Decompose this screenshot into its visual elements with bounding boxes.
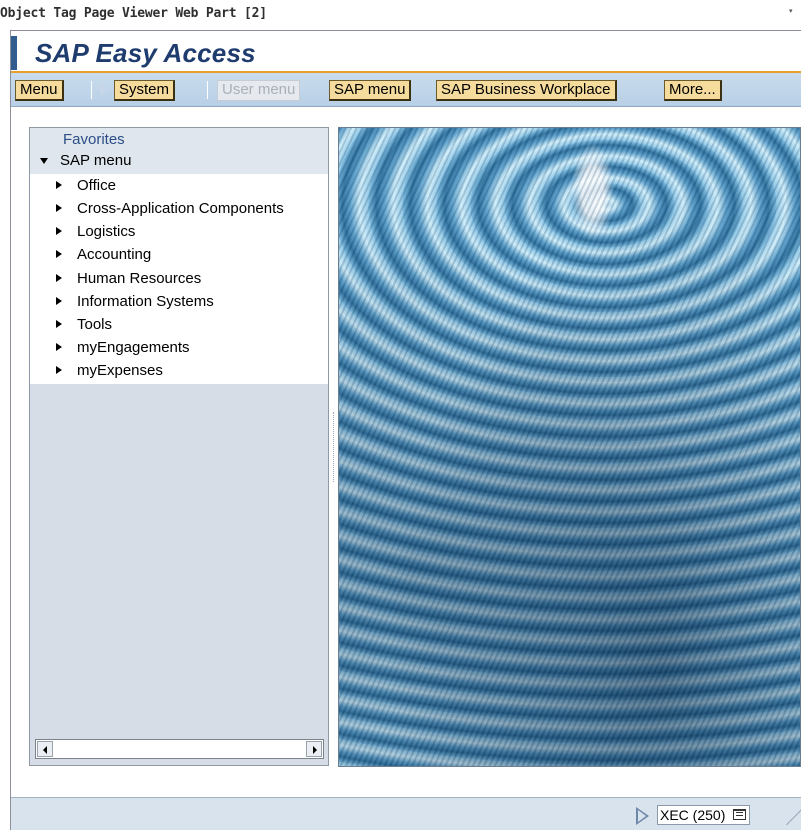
tree-item-tools[interactable]: Tools (54, 316, 326, 334)
status-expand-icon-inner (638, 810, 646, 822)
scroll-right-button[interactable] (306, 741, 322, 757)
tree-favorites[interactable]: Favorites (63, 131, 125, 148)
tree-item-label: Information Systems (77, 293, 214, 310)
splitter-grip[interactable] (333, 412, 335, 482)
collapsed-icon[interactable] (56, 227, 62, 235)
webpart-header: Object Tag Page Viewer Web Part [2] ▾ (0, 0, 801, 30)
tree-list: Office Cross-Application Components Logi… (30, 174, 328, 384)
tree-item-label: Accounting (77, 246, 152, 263)
tree-item-label: Office (77, 177, 116, 194)
tree-item-human-resources[interactable]: Human Resources (54, 270, 326, 288)
tree-item-label: Human Resources (77, 270, 202, 287)
system-button[interactable]: System (114, 80, 176, 101)
more-button[interactable]: More... (664, 80, 722, 101)
collapsed-icon[interactable] (56, 343, 62, 351)
system-info-text: XEC (250) (660, 807, 726, 823)
tree-item-label: Tools (77, 316, 113, 333)
toolbar-separator (207, 81, 208, 99)
webpart-menu-icon[interactable]: ▾ (789, 7, 793, 15)
splash-image (338, 127, 801, 767)
horizontal-scrollbar[interactable] (35, 739, 324, 759)
collapsed-icon[interactable] (56, 250, 62, 258)
page-title: SAP Easy Access (35, 38, 256, 68)
collapsed-icon[interactable] (56, 181, 62, 189)
tree-item-office[interactable]: Office (54, 177, 326, 195)
tree-item-logistics[interactable]: Logistics (54, 223, 326, 241)
sap-titlebar: SAP Easy Access (11, 31, 801, 71)
arrow-left-icon (43, 746, 47, 754)
scroll-thumb[interactable] (54, 741, 312, 757)
tree-item-label: Logistics (77, 223, 136, 240)
tree-header: Favorites SAP menu (30, 128, 328, 174)
system-info-field[interactable]: XEC (250) (657, 805, 751, 825)
collapsed-icon[interactable] (56, 320, 62, 328)
toolbar: Menu System User menu SAP menu SAP Busin… (11, 73, 801, 107)
status-bar: XEC (250) (11, 797, 801, 830)
arrow-right-icon (313, 746, 317, 754)
collapsed-icon[interactable] (56, 366, 62, 374)
list-icon[interactable] (733, 809, 747, 820)
resize-grip[interactable] (786, 805, 801, 825)
sap-menu-button[interactable]: SAP menu (329, 80, 412, 101)
scroll-left-button[interactable] (37, 741, 53, 757)
business-workplace-button[interactable]: SAP Business Workplace (436, 80, 617, 101)
menu-button[interactable]: Menu (15, 80, 64, 101)
tree-item-label: myEngagements (77, 339, 190, 356)
tree-item-myengagements[interactable]: myEngagements (54, 339, 326, 357)
tree-item-myexpenses[interactable]: myExpenses (54, 362, 326, 380)
panel-splitter[interactable] (330, 127, 338, 766)
toolbar-expand-icon[interactable] (100, 82, 107, 96)
expanded-icon[interactable] (40, 158, 48, 164)
tree-item-accounting[interactable]: Accounting (54, 246, 326, 264)
collapsed-icon[interactable] (56, 204, 62, 212)
collapsed-icon[interactable] (56, 274, 62, 282)
tree-item-information-systems[interactable]: Information Systems (54, 293, 326, 311)
webpart-title: Object Tag Page Viewer Web Part [2] (0, 6, 267, 21)
tree-item-label: Cross-Application Components (77, 200, 284, 217)
tree-root-label: SAP menu (60, 152, 132, 169)
tree-item-label: myExpenses (77, 362, 163, 379)
navigation-tree: Favorites SAP menu Office Cross-Applicat… (29, 127, 329, 766)
collapsed-icon[interactable] (56, 297, 62, 305)
tree-item-cross-application[interactable]: Cross-Application Components (54, 200, 326, 218)
toolbar-separator (91, 81, 92, 99)
title-accent-bar (11, 36, 17, 70)
user-menu-button[interactable]: User menu (217, 80, 301, 101)
